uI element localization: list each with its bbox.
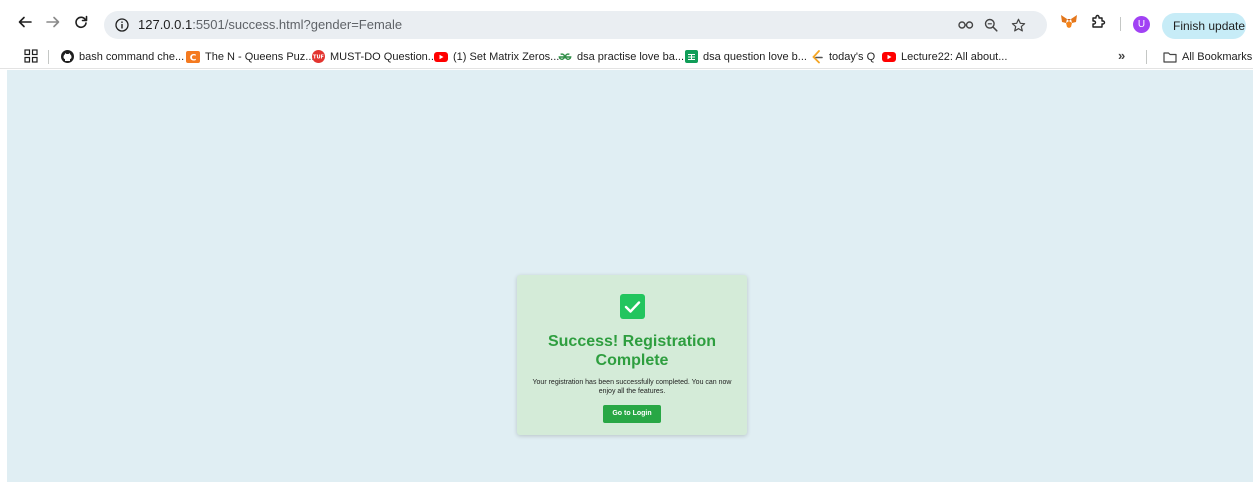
finish-update-button[interactable]: Finish update ⋮ xyxy=(1162,13,1253,39)
reload-button[interactable] xyxy=(70,11,92,33)
youtube-icon xyxy=(434,50,448,64)
bookmark-label: Lecture22: All about... xyxy=(901,50,1008,63)
bookmark-label: MUST-DO Question... xyxy=(330,50,437,63)
back-button[interactable] xyxy=(14,11,36,33)
bookmark-label: today's Q xyxy=(829,50,876,63)
reload-icon xyxy=(75,15,88,29)
address-bar[interactable]: 127.0.0.1:5501/success.html?gender=Femal… xyxy=(104,11,1047,39)
bookmark-item[interactable]: C The N - Queens Puz... xyxy=(186,48,314,65)
all-bookmarks-label: All Bookmarks xyxy=(1182,50,1253,63)
finish-update-label: Finish update xyxy=(1173,19,1246,33)
password-key-icon[interactable] xyxy=(956,15,976,35)
sheets-icon xyxy=(684,50,698,64)
forward-arrow-icon xyxy=(46,16,60,28)
forward-button[interactable] xyxy=(42,11,64,33)
extensions-puzzle-icon[interactable] xyxy=(1087,11,1109,33)
leetcode-icon xyxy=(810,49,824,64)
gfg-icon: TUF xyxy=(311,50,325,64)
all-bookmarks-button[interactable]: All Bookmarks xyxy=(1163,48,1252,65)
bookmark-item[interactable]: bash command che... xyxy=(60,48,184,65)
folder-icon xyxy=(1163,50,1177,64)
go-to-login-button[interactable]: Go to Login xyxy=(603,405,661,423)
bookmark-item[interactable]: TUF MUST-DO Question... xyxy=(311,48,437,65)
bookmark-label: bash command che... xyxy=(79,50,185,63)
codechef-icon: C xyxy=(186,50,200,64)
youtube-icon xyxy=(882,50,896,64)
bookmark-item[interactable]: Lecture22: All about... xyxy=(882,48,1007,65)
bookmark-item[interactable]: dsa question love b... xyxy=(684,48,807,65)
profile-avatar[interactable]: U xyxy=(1133,16,1150,33)
back-arrow-icon xyxy=(18,16,32,28)
zoom-icon[interactable] xyxy=(981,15,1001,35)
bookmark-label: The N - Queens Puz... xyxy=(205,50,315,63)
apps-grid-icon[interactable] xyxy=(24,49,38,63)
browser-toolbar: 127.0.0.1:5501/success.html?gender=Femal… xyxy=(0,0,1253,44)
page-viewport: Success! Registration Complete Your regi… xyxy=(7,70,1253,482)
url-host: 127.0.0.1 xyxy=(138,17,193,32)
bookmarks-bar: bash command che... C The N - Queens Puz… xyxy=(0,44,1253,69)
toolbar-divider xyxy=(1120,17,1121,31)
metamask-extension-icon[interactable] xyxy=(1058,11,1080,33)
success-card: Success! Registration Complete Your regi… xyxy=(517,275,747,435)
checkmark-icon xyxy=(620,294,645,319)
bookmark-label: dsa question love b... xyxy=(703,50,807,63)
geeksforgeeks-icon xyxy=(558,50,572,64)
svg-text:TUF: TUF xyxy=(313,55,324,61)
bookmark-item[interactable]: today's Q xyxy=(810,48,875,65)
bookmark-label: (1) Set Matrix Zeros... xyxy=(453,50,560,63)
url-text[interactable]: 127.0.0.1:5501/success.html?gender=Femal… xyxy=(138,17,402,33)
bookmark-star-icon[interactable] xyxy=(1008,15,1028,35)
more-bookmarks-button[interactable]: » xyxy=(1118,48,1125,63)
bookmarks-divider xyxy=(1146,50,1147,64)
success-title: Success! Registration Complete xyxy=(547,333,717,369)
svg-text:C: C xyxy=(190,53,197,63)
url-path: :5501/success.html?gender=Female xyxy=(192,17,403,32)
github-icon xyxy=(60,50,74,64)
bookmark-item[interactable]: (1) Set Matrix Zeros... xyxy=(434,48,559,65)
success-message: Your registration has been successfully … xyxy=(532,379,732,395)
bookmark-label: dsa practise love ba... xyxy=(577,50,685,63)
bookmarks-divider xyxy=(48,50,49,64)
site-info-icon[interactable] xyxy=(112,15,132,35)
bookmark-item[interactable]: dsa practise love ba... xyxy=(558,48,684,65)
